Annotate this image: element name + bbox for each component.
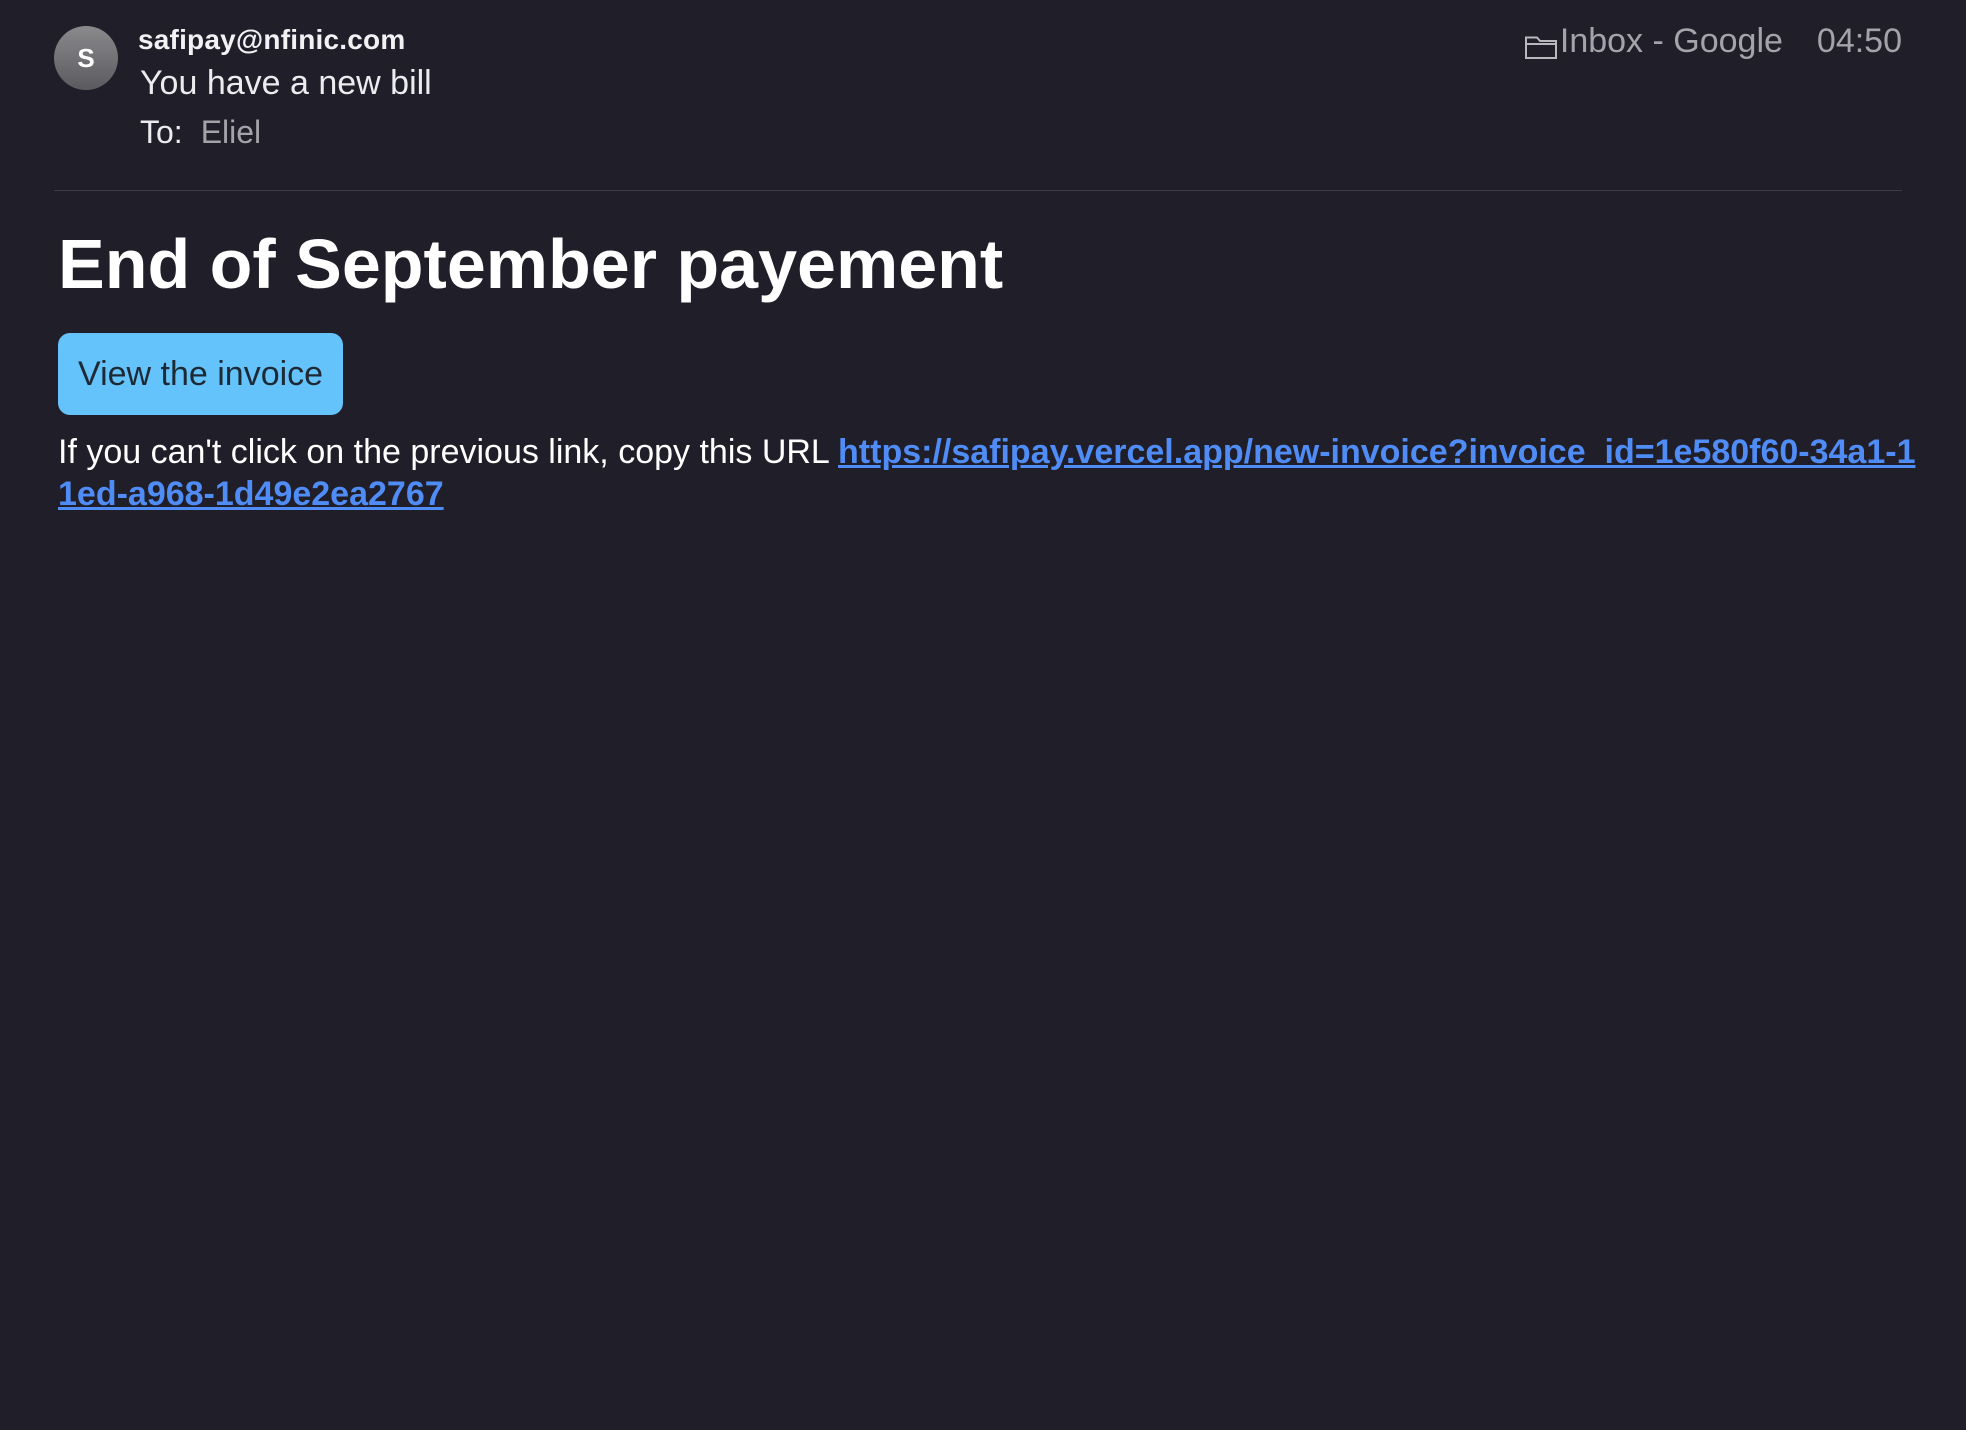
email-header: S safipay@nfinic.com You have a new bill… [54, 22, 1902, 190]
mailbox-label[interactable]: Inbox - Google [1560, 22, 1783, 61]
sender-avatar[interactable]: S [54, 26, 118, 90]
email-body: End of September payement View the invoi… [58, 224, 1920, 515]
fallback-text: If you can't click on the previous link,… [58, 432, 839, 471]
header-divider [54, 190, 1902, 191]
view-invoice-button[interactable]: View the invoice [58, 332, 344, 415]
folder-icon [1524, 36, 1557, 59]
email-title: End of September payement [58, 225, 1004, 303]
sender-address[interactable]: safipay@nfinic.com [138, 24, 405, 56]
recipient-name[interactable]: Eliel [201, 114, 261, 151]
fallback-paragraph: If you can't click on the previous link,… [58, 431, 1920, 515]
to-label: To: [140, 114, 183, 150]
received-time: 04:50 [1816, 22, 1902, 60]
email-view: S safipay@nfinic.com You have a new bill… [0, 0, 1966, 1430]
recipient-row: To: Eliel [140, 114, 261, 151]
email-meta: Inbox - Google 04:50 [1524, 22, 1902, 61]
email-subject: You have a new bill [140, 64, 432, 102]
